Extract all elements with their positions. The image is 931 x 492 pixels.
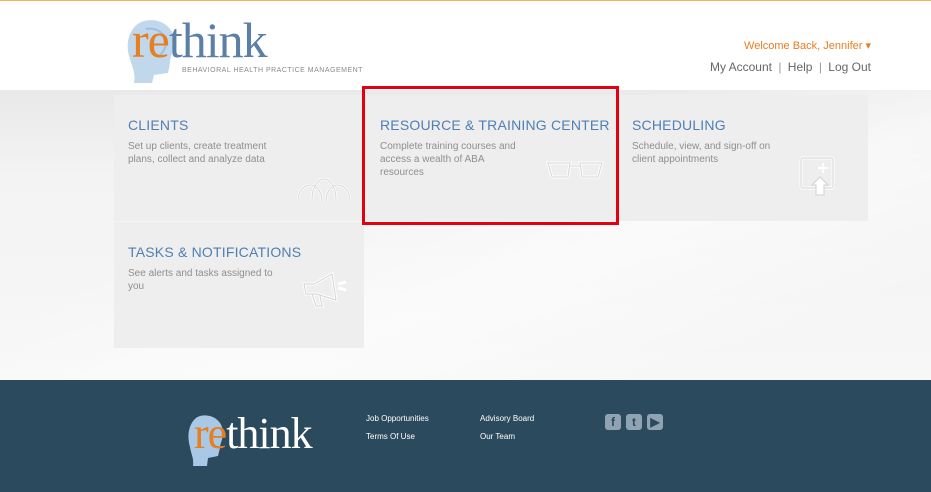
link-separator: | — [818, 60, 822, 74]
facebook-icon[interactable]: f — [605, 414, 621, 430]
youtube-icon[interactable]: ▶ — [647, 414, 663, 430]
log-out-link[interactable]: Log Out — [828, 60, 871, 74]
logo-tagline: BEHAVIORAL HEALTH PRACTICE MANAGEMENT — [182, 67, 363, 74]
welcome-user-menu[interactable]: Welcome Back, Jennifer ▾ — [744, 39, 871, 52]
advisory-board-link[interactable]: Advisory Board — [480, 414, 534, 423]
footer-links-column-1: Job Opportunities Terms Of Use — [366, 414, 429, 450]
tile-scheduling[interactable]: SCHEDULING Schedule, view, and sign-off … — [618, 95, 868, 221]
rethink-logo[interactable]: rethink BEHAVIORAL HEALTH PRACTICE MANAG… — [124, 12, 364, 85]
tile-description: Schedule, view, and sign-off on client a… — [632, 141, 771, 165]
footer-rethink-logo[interactable]: rethink — [186, 410, 326, 470]
footer-logo-wordmark: rethink — [194, 409, 313, 458]
account-links: My Account | Help | Log Out — [710, 60, 871, 74]
our-team-link[interactable]: Our Team — [480, 432, 534, 441]
link-separator: | — [778, 60, 782, 74]
people-group-icon — [296, 177, 352, 202]
page: rethink BEHAVIORAL HEALTH PRACTICE MANAG… — [0, 0, 931, 492]
megaphone-icon — [302, 271, 347, 308]
job-opportunities-link[interactable]: Job Opportunities — [366, 414, 429, 423]
twitter-icon[interactable]: t — [626, 414, 642, 430]
terms-of-use-link[interactable]: Terms Of Use — [366, 432, 429, 441]
tile-title: CLIENTS — [128, 117, 189, 133]
logo-wordmark: rethink — [132, 12, 268, 68]
highlight-box — [362, 86, 619, 225]
tile-tasks-notifications[interactable]: TASKS & NOTIFICATIONS See alerts and tas… — [114, 222, 364, 348]
calendar-icon — [799, 156, 835, 196]
top-header: rethink BEHAVIORAL HEALTH PRACTICE MANAG… — [0, 0, 931, 90]
tile-title: TASKS & NOTIFICATIONS — [128, 244, 302, 260]
help-link[interactable]: Help — [788, 60, 813, 74]
my-account-link[interactable]: My Account — [710, 60, 772, 74]
footer: rethink — [0, 380, 931, 492]
tile-title: SCHEDULING — [632, 117, 726, 133]
tile-description: Set up clients, create treatment plans, … — [128, 141, 267, 165]
footer-links-column-2: Advisory Board Our Team — [480, 414, 534, 450]
tile-description: See alerts and tasks assigned to you — [128, 268, 273, 292]
tile-clients[interactable]: CLIENTS Set up clients, create treatment… — [114, 95, 364, 221]
